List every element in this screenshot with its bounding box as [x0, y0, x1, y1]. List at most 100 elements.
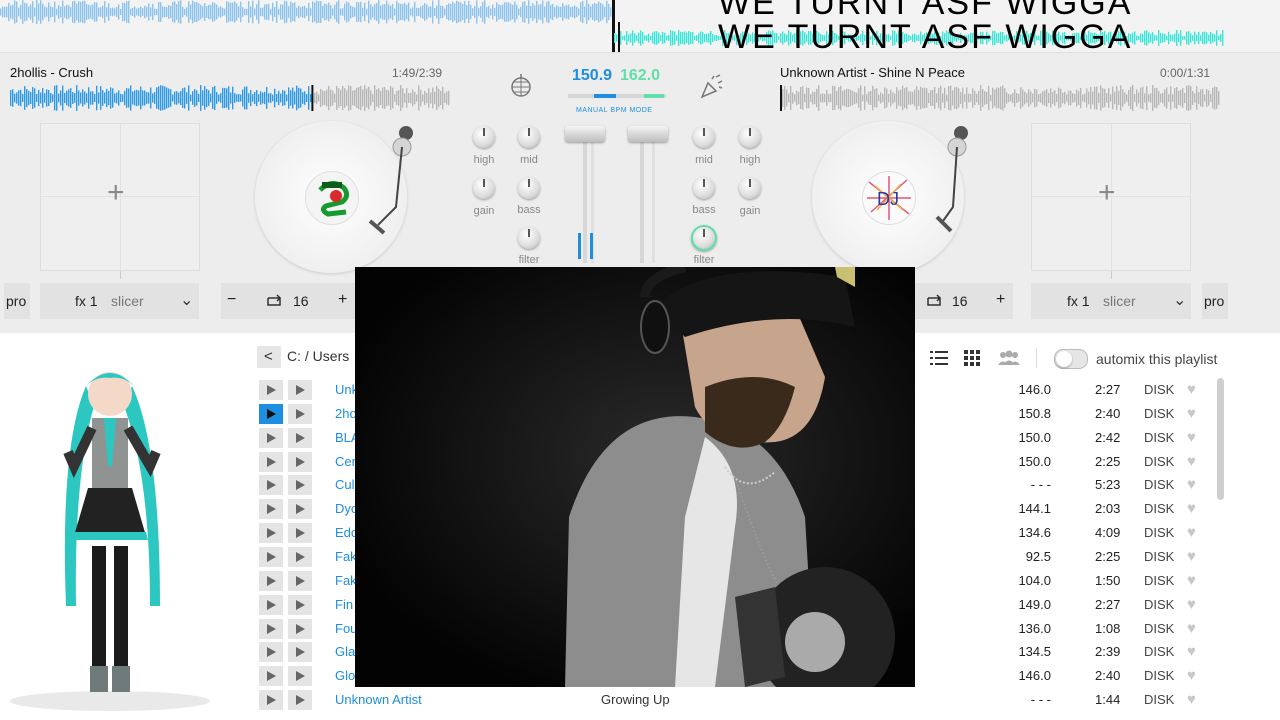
heart-icon[interactable]: ♥ [1187, 667, 1196, 684]
left-fx-pad[interactable]: + [40, 123, 200, 271]
right-high-knob[interactable] [739, 126, 761, 148]
track-artist[interactable]: Glo [335, 668, 355, 683]
left-bass-knob[interactable] [518, 177, 540, 199]
play-deck-b-button[interactable] [288, 380, 312, 400]
bpm-right[interactable]: 162.0 [620, 67, 660, 85]
play-deck-b-button[interactable] [288, 451, 312, 472]
play-deck-a-button[interactable] [259, 499, 283, 520]
right-mid-knob[interactable] [693, 126, 715, 148]
right-pro-label: pro [1204, 293, 1225, 309]
track-artist[interactable]: Fin [335, 597, 353, 612]
play-deck-a-button[interactable] [259, 642, 283, 663]
play-deck-b-button[interactable] [288, 523, 312, 544]
left-mid-knob[interactable] [518, 126, 540, 148]
browser-path[interactable]: C: / Users [287, 348, 349, 364]
heart-icon[interactable]: ♥ [1187, 453, 1196, 470]
track-artist[interactable]: Cul [335, 477, 355, 492]
play-deck-a-button[interactable] [259, 475, 283, 496]
play-deck-b-button[interactable] [288, 570, 312, 591]
track-duration: 2:39 [1095, 644, 1121, 660]
heart-icon[interactable]: ♥ [1187, 405, 1196, 422]
left-tonearm[interactable] [350, 121, 420, 241]
right-fx-pad[interactable]: + [1031, 123, 1191, 271]
play-deck-b-button[interactable] [288, 594, 312, 615]
heart-icon[interactable]: ♥ [1187, 476, 1196, 493]
track-artist[interactable]: Cer [335, 454, 356, 469]
play-deck-a-button[interactable] [259, 523, 283, 544]
play-deck-a-button[interactable] [259, 546, 283, 567]
heart-icon[interactable]: ♥ [1187, 500, 1196, 517]
track-artist[interactable]: Fak [335, 549, 357, 564]
right-tonearm[interactable] [905, 121, 975, 241]
bpm-mode-label[interactable]: MANUAL BPM MODE [576, 107, 652, 114]
play-deck-b-button[interactable] [288, 546, 312, 567]
left-filter-knob[interactable] [518, 227, 540, 249]
heart-icon[interactable]: ♥ [1187, 381, 1196, 398]
table-row[interactable]: Unknown Artist Growing Up - - - 1:44 DISK ♥ [257, 688, 1232, 712]
play-icon [267, 623, 276, 634]
left-channel-fader[interactable] [565, 126, 605, 142]
play-deck-a-button[interactable] [259, 594, 283, 615]
track-artist[interactable]: Fak [335, 573, 357, 588]
disco-ball-icon[interactable] [508, 73, 534, 99]
right-gain-knob[interactable] [739, 177, 761, 199]
play-deck-b-button[interactable] [288, 475, 312, 496]
left-high-knob[interactable] [473, 126, 495, 148]
track-artist[interactable]: 2ho [335, 406, 357, 421]
list-view-icon[interactable] [930, 351, 948, 365]
play-deck-b-button[interactable] [288, 403, 312, 424]
right-fx-select[interactable]: fx 1 slicer ⌄ [1031, 283, 1191, 319]
heart-icon[interactable]: ♥ [1187, 572, 1196, 589]
play-deck-a-button[interactable] [259, 380, 283, 400]
play-deck-b-button[interactable] [288, 427, 312, 448]
back-button[interactable]: < [257, 346, 281, 368]
heart-icon[interactable]: ♥ [1187, 548, 1196, 565]
play-deck-a-button[interactable] [259, 403, 283, 424]
heart-icon[interactable]: ♥ [1187, 643, 1196, 660]
left-loop-control[interactable]: − 16 + [221, 283, 355, 319]
right-filter-knob[interactable] [691, 225, 717, 251]
right-bass-knob[interactable] [693, 177, 715, 199]
people-icon[interactable] [998, 350, 1020, 366]
heart-icon[interactable]: ♥ [1187, 524, 1196, 541]
left-pro-button[interactable]: pro [4, 283, 30, 319]
play-deck-b-button[interactable] [288, 499, 312, 520]
play-deck-a-button[interactable] [259, 451, 283, 472]
right-loop-plus-button[interactable]: + [996, 291, 1005, 309]
play-icon [296, 432, 305, 443]
left-fx-select[interactable]: fx 1 slicer ⌄ [40, 283, 199, 319]
right-deck-waveform[interactable] [780, 85, 1220, 111]
left-loop-plus-button[interactable]: + [338, 291, 347, 309]
track-bpm: 150.0 [1018, 429, 1051, 445]
right-loop-control[interactable]: 16 + [915, 283, 1013, 319]
track-artist[interactable]: Gla [335, 644, 355, 659]
right-pro-button[interactable]: pro [1202, 283, 1228, 319]
heart-icon[interactable]: ♥ [1187, 596, 1196, 613]
bpm-left[interactable]: 150.9 [572, 67, 612, 85]
right-channel-fader[interactable] [628, 126, 668, 142]
left-mid-label: mid [520, 154, 538, 166]
left-deck-waveform[interactable] [10, 85, 450, 111]
play-deck-a-button[interactable] [259, 690, 283, 711]
play-icon [267, 647, 276, 658]
play-deck-b-button[interactable] [288, 666, 312, 687]
left-gain-knob[interactable] [473, 177, 495, 199]
heart-icon[interactable]: ♥ [1187, 620, 1196, 637]
track-list-scrollbar[interactable] [1217, 378, 1224, 500]
play-deck-a-button[interactable] [259, 666, 283, 687]
track-source: DISK [1144, 501, 1175, 517]
heart-icon[interactable]: ♥ [1187, 429, 1196, 446]
play-deck-b-button[interactable] [288, 690, 312, 711]
play-deck-a-button[interactable] [259, 618, 283, 639]
left-overview-waveform[interactable] [0, 0, 612, 24]
play-deck-b-button[interactable] [288, 642, 312, 663]
play-deck-a-button[interactable] [259, 427, 283, 448]
grid-view-icon[interactable] [964, 350, 980, 366]
track-artist[interactable]: Unknown Artist [335, 692, 422, 707]
play-deck-b-button[interactable] [288, 618, 312, 639]
heart-icon[interactable]: ♥ [1187, 691, 1196, 708]
party-popper-icon[interactable] [698, 73, 724, 99]
play-deck-a-button[interactable] [259, 570, 283, 591]
left-loop-minus-button[interactable]: − [227, 291, 236, 309]
automix-toggle[interactable] [1054, 349, 1088, 369]
